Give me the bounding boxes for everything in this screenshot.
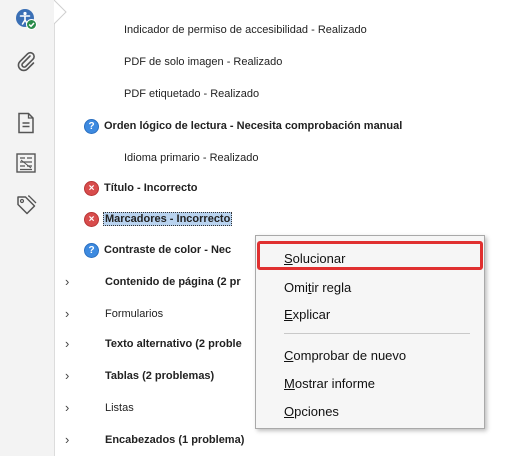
- tree-item[interactable]: Indicador de permiso de accesibilidad - …: [55, 16, 518, 44]
- accessibility-check-button[interactable]: [11, 4, 41, 34]
- tree-item-label: Idioma primario - Realizado: [124, 152, 259, 164]
- failed-x-icon: ×: [84, 212, 99, 227]
- tree-item[interactable]: PDF de solo imagen - Realizado: [55, 48, 518, 76]
- access-key: O: [284, 403, 295, 419]
- tree-group-label: Encabezados (1 problema): [105, 434, 245, 446]
- menu-item-show-report[interactable]: Mostrar informe: [256, 369, 484, 397]
- chevron-right-icon[interactable]: ›: [65, 275, 75, 288]
- chevron-right-icon[interactable]: ›: [65, 369, 75, 382]
- content-structure-button[interactable]: [11, 148, 41, 178]
- tree-item-selected[interactable]: × Marcadores - Incorrecto: [55, 205, 518, 233]
- page-thumbnails-button[interactable]: [11, 108, 41, 138]
- tree-item-label: Marcadores - Incorrecto: [103, 212, 233, 226]
- tree-group-label: Texto alternativo (2 proble: [105, 338, 242, 350]
- tags-button[interactable]: [11, 190, 41, 220]
- tools-sidebar: [0, 0, 55, 456]
- tree-group[interactable]: › Encabezados (1 problema): [55, 426, 518, 454]
- menu-item-fix[interactable]: Solucionar: [256, 244, 484, 272]
- access-key: S: [284, 250, 293, 266]
- access-key: C: [284, 347, 294, 363]
- attachments-button[interactable]: [11, 46, 41, 76]
- failed-x-icon: ×: [84, 181, 99, 196]
- tree-item-label: PDF de solo imagen - Realizado: [124, 56, 283, 68]
- tree-item-label: Indicador de permiso de accesibilidad - …: [124, 24, 367, 36]
- tree-item-label: PDF etiquetado - Realizado: [124, 88, 260, 100]
- chevron-right-icon[interactable]: ›: [65, 433, 75, 446]
- tree-item-label: Título - Incorrecto: [104, 182, 198, 194]
- tags-icon: [17, 195, 37, 215]
- tree-item[interactable]: PDF etiquetado - Realizado: [55, 80, 518, 108]
- menu-separator: [284, 333, 470, 334]
- tree-item[interactable]: × Título - Incorrecto: [55, 174, 518, 202]
- help-question-icon: ?: [84, 119, 99, 134]
- tree-group-label: Formularios: [105, 308, 164, 320]
- tree-group-label: Tablas (2 problemas): [105, 370, 215, 382]
- context-menu: Solucionar Omi t ir regla Explicar Comprob…: [255, 235, 485, 429]
- menu-item-explain[interactable]: Explicar: [256, 300, 484, 328]
- attachments-paperclip-icon: [17, 51, 35, 72]
- help-question-icon: ?: [84, 243, 99, 258]
- menu-item-skip-rule[interactable]: Omi t ir regla: [256, 273, 484, 301]
- chevron-right-icon[interactable]: ›: [65, 401, 75, 414]
- tree-item-label: Orden lógico de lectura - Necesita compr…: [104, 120, 403, 132]
- access-key: E: [284, 306, 293, 322]
- tree-item[interactable]: ? Orden lógico de lectura - Necesita com…: [55, 112, 518, 140]
- tree-group-label: Contenido de página (2 pr: [105, 276, 241, 288]
- tree-item[interactable]: Idioma primario - Realizado: [55, 144, 518, 172]
- menu-item-options[interactable]: Opciones: [256, 397, 484, 425]
- tree-item-label: Contraste de color - Nec: [104, 244, 232, 256]
- access-key: M: [284, 375, 295, 391]
- accessibility-check-icon: [16, 9, 37, 30]
- tree-group-label: Listas: [105, 402, 134, 414]
- page-document-icon: [18, 112, 34, 134]
- chevron-right-icon[interactable]: ›: [65, 307, 75, 320]
- chevron-right-icon[interactable]: ›: [65, 337, 75, 350]
- content-structure-icon: [16, 153, 36, 173]
- menu-item-recheck[interactable]: Comprobar de nuevo: [256, 341, 484, 369]
